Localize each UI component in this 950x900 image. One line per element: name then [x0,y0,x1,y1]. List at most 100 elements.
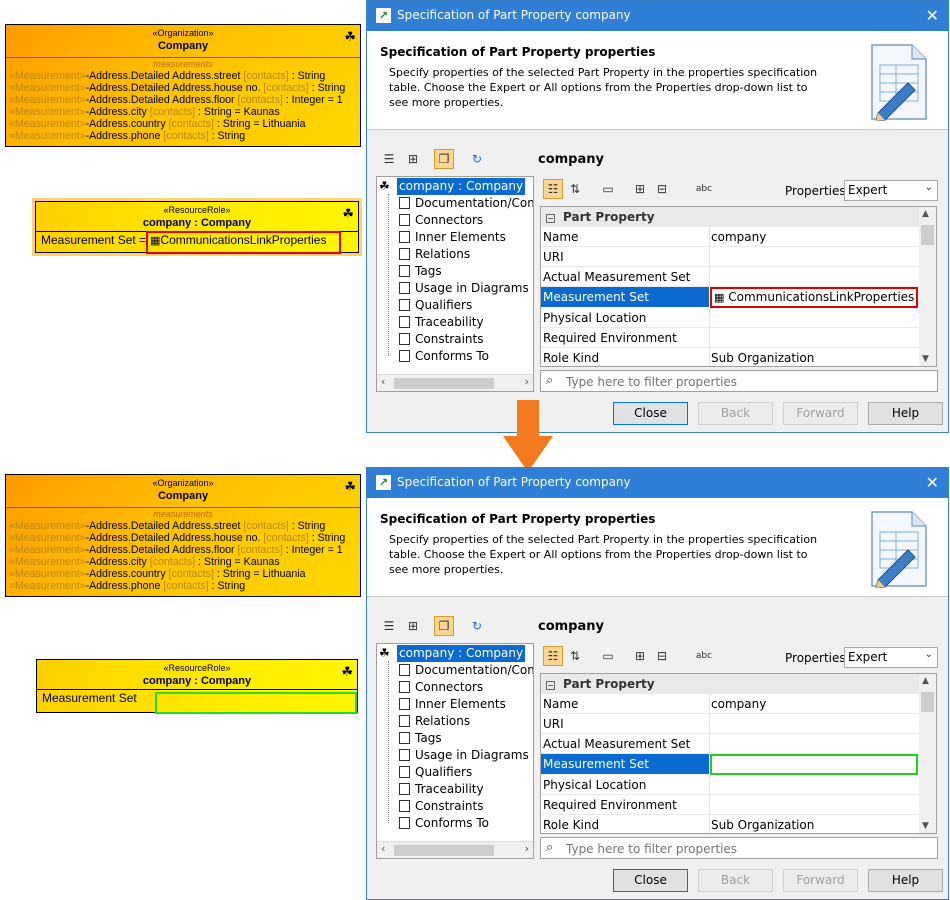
property-row[interactable]: URI [541,714,921,734]
list-view-icon[interactable]: ☰ [379,616,399,636]
filter-box[interactable]: ⌕ [540,370,938,392]
copy-icon[interactable]: ❐ [434,149,454,169]
slot-value-box-empty[interactable] [155,692,357,714]
scroll-up-icon[interactable]: ▲ [922,209,929,219]
category-row[interactable]: − Part Property [541,207,921,227]
scroll-left-icon[interactable]: ‹ [381,375,385,388]
property-row[interactable]: Actual Measurement Set [541,734,921,754]
tree-item[interactable]: Usage in Diagrams [399,280,529,297]
sort-az-icon[interactable]: ⇅ [565,646,585,666]
collapse-all-icon[interactable]: ⊟ [652,179,672,199]
scroll-down-icon[interactable]: ▼ [922,354,929,364]
tree-item[interactable]: Traceability [399,314,484,331]
grid-vscrollbar[interactable]: ▲ ▼ [919,674,936,833]
scroll-up-icon[interactable]: ▲ [922,676,929,686]
refresh-icon[interactable]: ↻ [467,149,487,169]
tree-item[interactable]: Documentation/Comments [399,195,533,212]
tree-item[interactable]: Documentation/Comments [399,662,533,679]
filter-box[interactable]: ⌕ [540,837,938,859]
organization-block[interactable]: «Organization» Company ☘ measurements «M… [5,24,361,147]
tree-item[interactable]: Tags [399,263,442,280]
collapse-icon[interactable]: − [546,681,555,690]
filter-input[interactable] [566,375,926,389]
tree-item[interactable]: Conforms To [399,348,489,365]
title-bar[interactable]: ↗ Specification of Part Property company… [367,1,948,31]
scroll-down-icon[interactable]: ▼ [922,821,929,831]
close-button[interactable]: Close [613,402,688,425]
tree-item[interactable]: Conforms To [399,815,489,832]
help-button[interactable]: Help [868,402,943,425]
property-row[interactable]: Physical Location [541,775,921,795]
tree-item[interactable]: Inner Elements [399,696,506,713]
slot-value-box[interactable]: ▦CommunicationsLinkProperties [146,231,341,254]
specification-dialog[interactable]: ↗ Specification of Part Property company… [366,0,949,433]
collapse-all-icon[interactable]: ⊟ [652,646,672,666]
copy-icon[interactable]: ❐ [434,616,454,636]
tree-item[interactable]: Relations [399,713,470,730]
spec-tree[interactable]: ☘ company : Company Documentation/Commen… [376,643,534,859]
scroll-right-icon[interactable]: › [525,375,529,388]
measurement-set-value-empty[interactable] [710,754,918,775]
property-row[interactable]: URI [541,247,921,267]
property-row[interactable]: Role Kind Sub Organization [541,348,921,366]
forward-button[interactable]: Forward [783,869,858,892]
tree-item[interactable]: Connectors [399,212,483,229]
close-icon[interactable]: ✕ [926,6,939,25]
tree-item[interactable]: Relations [399,246,470,263]
specification-dialog[interactable]: ↗ Specification of Part Property company… [366,467,949,900]
spec-tree[interactable]: ☘ company : Company Documentation/Commen… [376,176,534,392]
properties-dropdown[interactable]: Expert ⌄ [844,647,938,668]
refresh-icon[interactable]: ↻ [467,616,487,636]
property-row[interactable]: Required Environment [541,795,921,815]
tree-item[interactable]: Tags [399,730,442,747]
property-row[interactable]: Name company [541,227,921,247]
resource-role-block[interactable]: «ResourceRole» company : Company ☘ Measu… [32,198,362,256]
categorized-icon[interactable]: ☷ [543,646,563,666]
tree-item[interactable]: Usage in Diagrams [399,747,529,764]
tree-item[interactable]: Connectors [399,679,483,696]
collapse-icon[interactable]: − [546,214,555,223]
tree-item[interactable]: Traceability [399,781,484,798]
tree-root[interactable]: company : Company [397,178,526,195]
resource-role-block[interactable]: «ResourceRole» company : Company ☘ Measu… [36,659,358,714]
tree-view-icon[interactable]: ⊞ [403,149,423,169]
filter-input[interactable] [566,842,926,856]
measurement-set-value[interactable]: ▦ CommunicationsLinkProperties [M [710,287,918,308]
tree-item[interactable]: Qualifiers [399,764,472,781]
tree-item[interactable]: Inner Elements [399,229,506,246]
property-row[interactable]: Physical Location [541,308,921,328]
scroll-left-icon[interactable]: ‹ [381,842,385,855]
list-view-icon[interactable]: ☰ [379,149,399,169]
description-icon[interactable]: ▭ [598,179,618,199]
spelling-icon[interactable]: abc [694,179,714,199]
expand-all-icon[interactable]: ⊞ [630,179,650,199]
property-row-selected[interactable]: Measurement Set [541,754,921,775]
tree-item[interactable]: Qualifiers [399,297,472,314]
property-row[interactable]: Name company [541,694,921,714]
close-icon[interactable]: ✕ [926,473,939,492]
tree-view-icon[interactable]: ⊞ [403,616,423,636]
tree-item[interactable]: Constraints [399,331,483,348]
close-button[interactable]: Close [613,869,688,892]
back-button[interactable]: Back [698,402,773,425]
forward-button[interactable]: Forward [783,402,858,425]
grid-vscrollbar[interactable]: ▲ ▼ [919,207,936,366]
description-icon[interactable]: ▭ [598,646,618,666]
scroll-right-icon[interactable]: › [525,842,529,855]
categorized-icon[interactable]: ☷ [543,179,563,199]
properties-dropdown[interactable]: Expert ⌄ [844,180,938,201]
properties-grid[interactable]: − Part Property Name company URI Actual Me… [540,206,937,367]
organization-block[interactable]: «Organization» Company ☘ measurements «M… [5,474,361,597]
property-row-selected[interactable]: Measurement Set ▦ CommunicationsLinkProp… [541,287,921,308]
tree-hscrollbar[interactable]: ‹ › [377,374,533,391]
sort-az-icon[interactable]: ⇅ [565,179,585,199]
title-bar[interactable]: ↗ Specification of Part Property company… [367,468,948,498]
category-row[interactable]: − Part Property [541,674,921,694]
help-button[interactable]: Help [868,869,943,892]
property-row[interactable]: Required Environment [541,328,921,348]
properties-grid[interactable]: − Part Property Name company URI Actual Me… [540,673,937,834]
tree-root[interactable]: company : Company [397,645,526,662]
expand-all-icon[interactable]: ⊞ [630,646,650,666]
spelling-icon[interactable]: abc [694,646,714,666]
tree-item[interactable]: Constraints [399,798,483,815]
